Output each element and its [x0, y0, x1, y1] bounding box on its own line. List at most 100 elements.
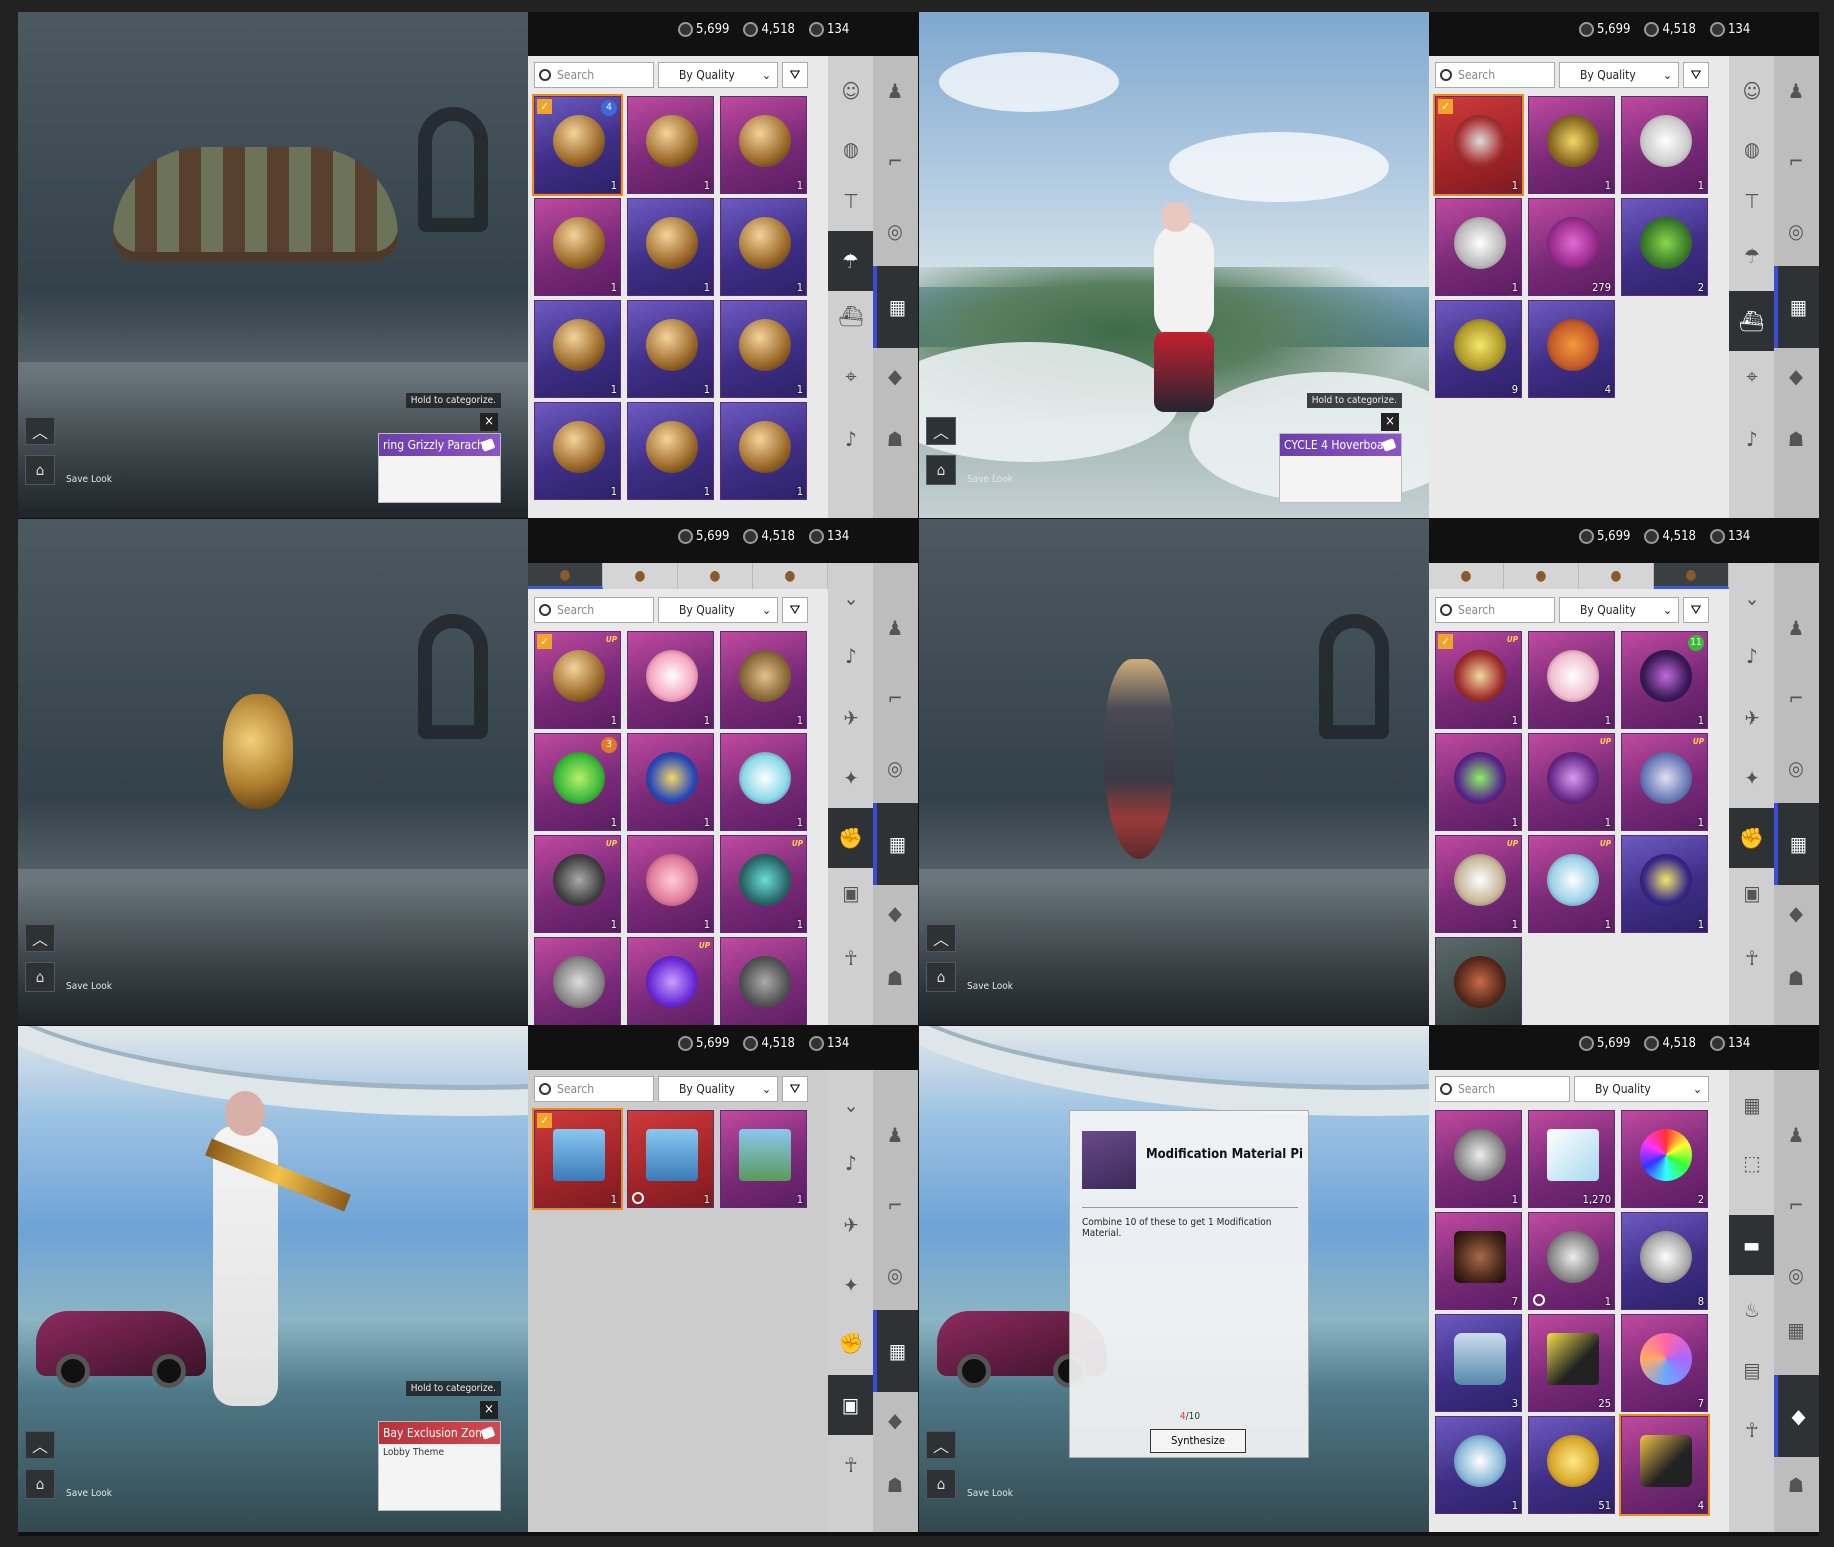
- gift-icon[interactable]: ✦: [836, 1270, 866, 1300]
- parachute-tab-icon[interactable]: ☂: [828, 231, 873, 291]
- outfit-icon[interactable]: ♟: [880, 613, 910, 643]
- close-icon[interactable]: ✕: [1771, 17, 1801, 48]
- sort-select[interactable]: By Quality ⌄: [658, 62, 778, 88]
- expand-button[interactable]: ︿: [25, 1431, 55, 1459]
- tab-molotov[interactable]: ●: [1654, 563, 1729, 589]
- category-card[interactable]: × ring Grizzly Parach: [378, 413, 501, 503]
- item-tile[interactable]: 1: [720, 402, 807, 500]
- sort-select[interactable]: By Quality ⌄: [1574, 1076, 1709, 1102]
- vault-tab-icon[interactable]: ▦: [873, 803, 918, 885]
- sort-select[interactable]: By Quality ⌄: [658, 597, 778, 623]
- character-icon[interactable]: ☗: [1781, 1470, 1811, 1500]
- boat-icon[interactable]: ⛴: [836, 301, 866, 331]
- tab-stun-grenade[interactable]: ●: [1579, 563, 1654, 589]
- pan-icon[interactable]: ◍: [1737, 134, 1767, 164]
- vault-tab-icon[interactable]: ▦: [1774, 266, 1819, 348]
- vault-tab-icon[interactable]: ▦: [873, 1310, 918, 1392]
- item-tile[interactable]: 1: [627, 96, 714, 194]
- wardrobe-icon[interactable]: ⌂: [926, 1469, 956, 1499]
- item-tile[interactable]: UP 1: [1528, 733, 1615, 831]
- expand-button[interactable]: ︿: [926, 417, 956, 445]
- tab-smoke-grenade[interactable]: ●: [1504, 563, 1579, 589]
- pin-icon[interactable]: ⌖: [1737, 361, 1767, 391]
- sale-icon[interactable]: ⬚: [1737, 1148, 1767, 1178]
- gun-icon[interactable]: ⌐: [880, 1190, 910, 1220]
- item-tile[interactable]: 1: [1435, 1416, 1522, 1514]
- gun-icon[interactable]: ⌐: [1781, 1190, 1811, 1220]
- box-icon[interactable]: ◆: [880, 1405, 910, 1435]
- tab-stun-grenade[interactable]: ●: [678, 563, 753, 589]
- dance-icon[interactable]: ☥: [836, 943, 866, 973]
- filter-icon[interactable]: ⛛: [1683, 597, 1709, 623]
- item-tile[interactable]: ✓ 1: [532, 1108, 623, 1210]
- expand-button[interactable]: ︿: [926, 1431, 956, 1459]
- steering-wheel-icon[interactable]: ◎: [880, 1260, 910, 1290]
- item-tile[interactable]: 1: [1435, 1110, 1522, 1208]
- vehicle-tab-icon[interactable]: ⛴: [1729, 291, 1774, 351]
- item-tile[interactable]: 9: [1435, 300, 1522, 398]
- pin-icon[interactable]: ⌖: [836, 361, 866, 391]
- search-input[interactable]: Search: [534, 62, 654, 88]
- expand-down-icon[interactable]: ⌄: [836, 1090, 866, 1120]
- dance-icon[interactable]: ☥: [1737, 1415, 1767, 1445]
- item-tile[interactable]: UP 1: [534, 835, 621, 933]
- item-tile[interactable]: 4: [1528, 300, 1615, 398]
- item-tile[interactable]: 1: [627, 733, 714, 831]
- character-icon[interactable]: ☗: [880, 424, 910, 454]
- item-tile[interactable]: 1: [627, 198, 714, 296]
- sort-select[interactable]: By Quality ⌄: [1559, 62, 1679, 88]
- steering-wheel-icon[interactable]: ◎: [1781, 1260, 1811, 1290]
- save-look-label[interactable]: Save Look: [66, 981, 112, 992]
- category-card[interactable]: × Bay Exclusion Zone Lobby Theme: [378, 1401, 501, 1511]
- item-tile[interactable]: 1: [720, 631, 807, 729]
- item-tile[interactable]: 279: [1528, 198, 1615, 296]
- box-icon[interactable]: ◆: [880, 898, 910, 928]
- item-tile[interactable]: [1435, 937, 1522, 1025]
- search-input[interactable]: Search: [1435, 62, 1555, 88]
- item-tile[interactable]: 1: [534, 300, 621, 398]
- item-tile[interactable]: 1: [720, 198, 807, 296]
- item-tile[interactable]: 1: [627, 300, 714, 398]
- search-input[interactable]: Search: [534, 597, 654, 623]
- close-icon[interactable]: ✕: [1771, 524, 1801, 555]
- character-icon[interactable]: ☗: [880, 963, 910, 993]
- expand-button[interactable]: ︿: [25, 417, 55, 445]
- tab-frag-grenade[interactable]: ●: [1429, 563, 1504, 589]
- steering-wheel-icon[interactable]: ◎: [1781, 753, 1811, 783]
- parachute-icon[interactable]: ☂: [1737, 241, 1767, 271]
- box-icon[interactable]: ◆: [880, 361, 910, 391]
- item-tile[interactable]: 1: [1621, 835, 1708, 933]
- outfit-icon[interactable]: ♟: [1781, 76, 1811, 106]
- save-look-label[interactable]: Save Look: [66, 1488, 112, 1499]
- mic-icon[interactable]: ♪: [836, 641, 866, 671]
- picture-icon[interactable]: ▣: [836, 878, 866, 908]
- filter-icon[interactable]: ⛛: [1683, 62, 1709, 88]
- crate-stack-icon[interactable]: ▤: [1737, 1355, 1767, 1385]
- wardrobe-icon[interactable]: ⌂: [25, 962, 55, 992]
- search-input[interactable]: Search: [534, 1076, 654, 1102]
- vault-tab-icon[interactable]: ▦: [1774, 803, 1819, 885]
- item-tile[interactable]: 7: [1435, 1212, 1522, 1310]
- wardrobe-icon[interactable]: ⌂: [926, 455, 956, 485]
- sort-select[interactable]: By Quality ⌄: [658, 1076, 778, 1102]
- item-tile[interactable]: 25: [1528, 1314, 1615, 1412]
- vault-icon[interactable]: ▦: [1781, 1315, 1811, 1345]
- item-tile[interactable]: 1: [1528, 96, 1615, 194]
- mic-icon[interactable]: ♪: [1737, 641, 1767, 671]
- item-tile[interactable]: 1: [534, 198, 621, 296]
- item-tile[interactable]: 2: [1621, 198, 1708, 296]
- mic-icon[interactable]: ♪: [1737, 424, 1767, 454]
- sort-select[interactable]: By Quality ⌄: [1559, 597, 1679, 623]
- wardrobe-icon[interactable]: ⌂: [25, 1469, 55, 1499]
- item-tile[interactable]: 8: [1621, 1212, 1708, 1310]
- crate-icon[interactable]: ▦: [1737, 1090, 1767, 1120]
- item-tile[interactable]: 51: [1528, 1416, 1615, 1514]
- item-tile[interactable]: 1: [534, 402, 621, 500]
- vault-tab-icon[interactable]: ▦: [873, 266, 918, 348]
- item-tile[interactable]: [720, 937, 807, 1025]
- item-tile[interactable]: 4: [1619, 1414, 1710, 1516]
- gun-icon[interactable]: ⌐: [1781, 683, 1811, 713]
- character-icon[interactable]: ☗: [880, 1470, 910, 1500]
- save-look-label[interactable]: Save Look: [967, 1488, 1013, 1499]
- item-tile[interactable]: 1: [720, 96, 807, 194]
